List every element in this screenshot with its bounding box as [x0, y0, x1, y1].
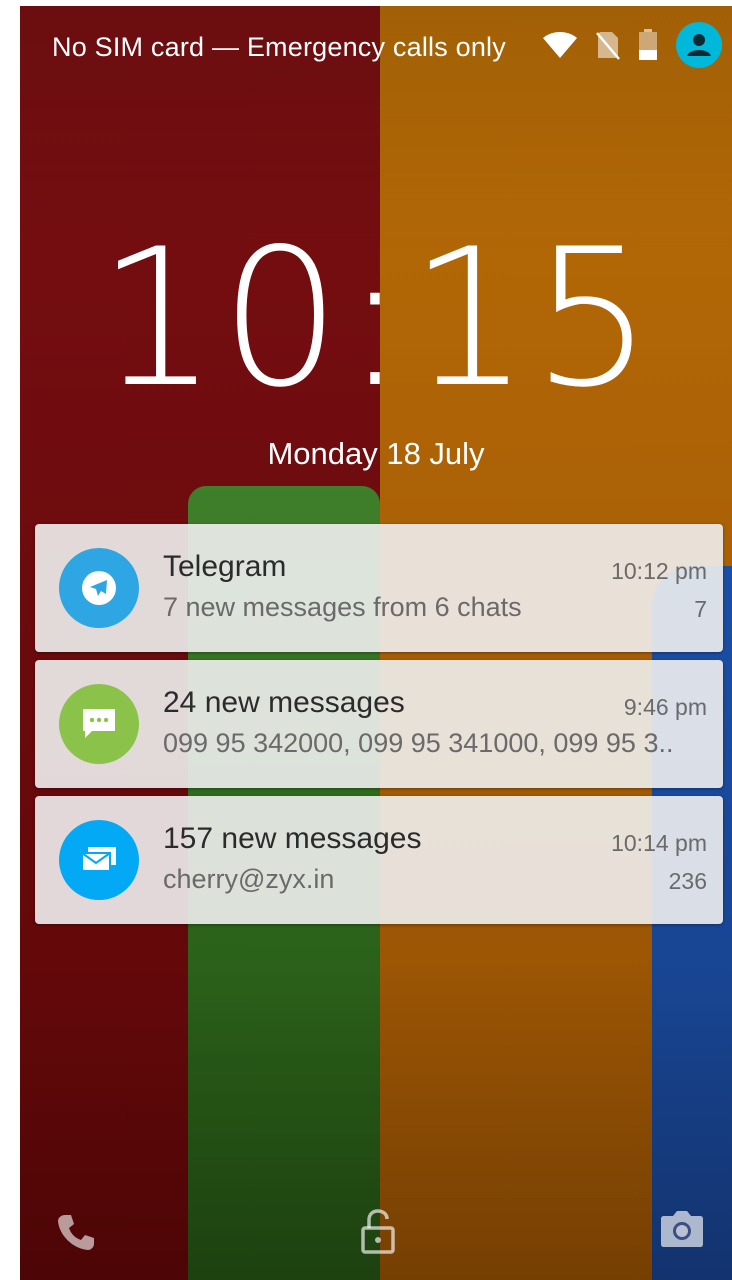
- no-sim-icon: [596, 32, 620, 60]
- notification-title: Telegram: [163, 550, 287, 583]
- notification-title: 157 new messages: [163, 822, 422, 855]
- notification-text: 099 95 342000, 099 95 341000, 099 95 3..: [163, 728, 674, 758]
- battery-icon: [639, 29, 657, 60]
- wifi-icon: [543, 32, 577, 58]
- notification-time: 10:12 pm: [611, 558, 707, 584]
- notification-email[interactable]: 157 new messages cherry@zyx.in 10:14 pm …: [35, 796, 723, 924]
- notification-title: 24 new messages: [163, 686, 405, 719]
- notification-text: 7 new messages from 6 chats: [163, 592, 522, 622]
- date: Monday 18 July: [267, 436, 485, 471]
- status-icons: [542, 22, 722, 68]
- lock-screen: No SIM card — Emergency calls only 10:15…: [20, 6, 732, 1280]
- lockscreen-bottom-bar: [20, 1202, 732, 1262]
- email-icon: [59, 820, 139, 900]
- notification-count: 7: [694, 596, 707, 622]
- clock: 10:15: [97, 208, 655, 429]
- user-avatar-icon[interactable]: [676, 22, 722, 68]
- notification-text: cherry@zyx.in: [163, 864, 335, 894]
- camera-icon[interactable]: [660, 1208, 704, 1248]
- carrier-text: No SIM card — Emergency calls only: [52, 32, 506, 62]
- unlock-icon[interactable]: [360, 1208, 396, 1254]
- notification-sms[interactable]: 24 new messages 099 95 342000, 099 95 34…: [35, 660, 723, 788]
- notification-telegram[interactable]: Telegram 7 new messages from 6 chats 10:…: [35, 524, 723, 652]
- sms-icon: [59, 684, 139, 764]
- notification-time: 9:46 pm: [623, 694, 707, 720]
- telegram-icon: [59, 548, 139, 628]
- notification-count: 236: [668, 868, 707, 894]
- status-bar: No SIM card — Emergency calls only: [20, 6, 732, 88]
- notification-time: 10:14 pm: [611, 830, 707, 856]
- phone-icon[interactable]: [56, 1212, 96, 1252]
